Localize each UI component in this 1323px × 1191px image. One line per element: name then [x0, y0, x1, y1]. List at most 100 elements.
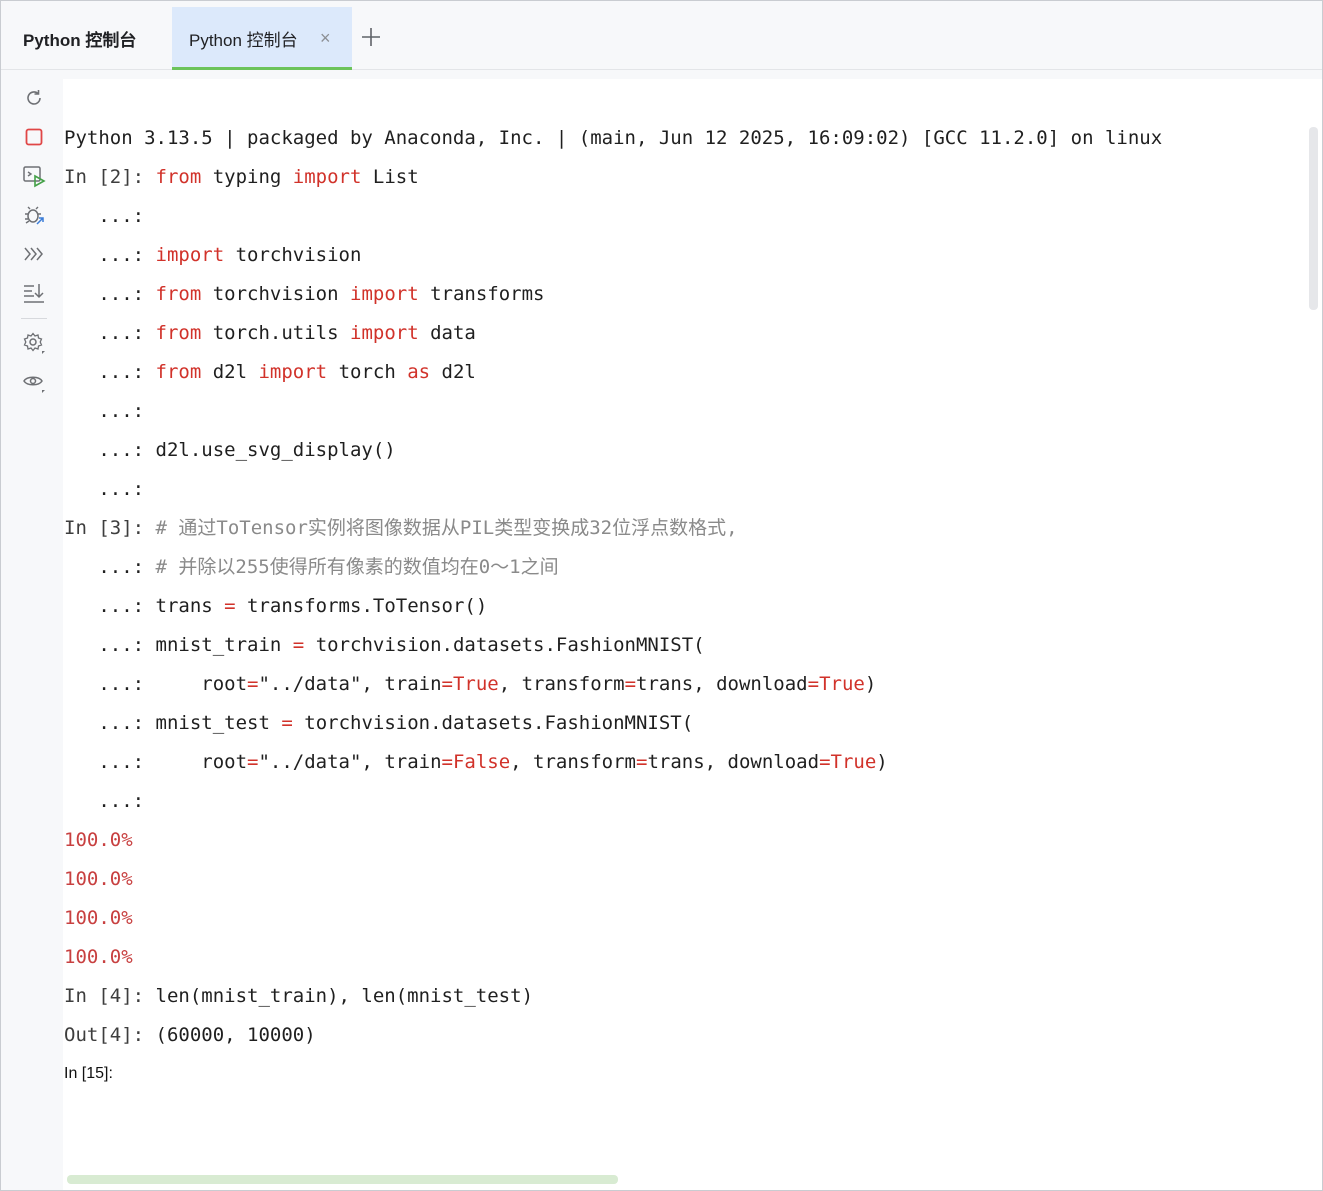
operator: =: [281, 712, 293, 734]
keyword: import: [258, 361, 328, 383]
horizontal-scrollbar[interactable]: [67, 1175, 618, 1184]
keyword: True: [452, 673, 499, 695]
code-text: , transform: [498, 673, 625, 695]
code-text: mnist_train: [155, 634, 293, 656]
input-prompt[interactable]: In [15]:: [64, 1059, 113, 1089]
code-text: torchvision.datasets.FashionMNIST(: [304, 634, 705, 656]
prompt: In [2]:: [64, 166, 156, 188]
comment: # 通过ToTensor实例将图像数据从PIL类型变换成32位浮点数格式,: [155, 517, 738, 539]
code-text: trans, download: [636, 673, 808, 695]
tab-bar: Python 控制台 Python 控制台 ×: [1, 1, 1322, 70]
toolbar-divider: [21, 318, 47, 319]
code-text: transforms: [418, 283, 545, 305]
continuation-prompt: ...:: [64, 478, 156, 500]
code-text: torch: [327, 361, 408, 383]
output-value: (60000, 10000): [155, 1024, 316, 1046]
continuation-prompt: ...:: [64, 283, 156, 305]
progress-output: 100.0%: [64, 868, 133, 890]
code-line: ...: root="../data", train=True, transfo…: [64, 669, 876, 699]
tab-python-console-2[interactable]: Python 控制台 ×: [172, 7, 352, 70]
banner-line: Python 3.13.5 | packaged by Anaconda, In…: [64, 127, 1163, 149]
execute-icon: [23, 166, 46, 188]
keyword: from: [155, 283, 202, 305]
code-line: ...: mnist_test = torchvision.datasets.F…: [64, 708, 693, 738]
code-text: data: [418, 322, 476, 344]
rerun-button[interactable]: [21, 85, 47, 111]
code-text: trans: [155, 595, 225, 617]
continuation-prompt: ...:: [64, 556, 156, 578]
history-icon: [24, 247, 43, 261]
eye-icon: [23, 376, 45, 393]
python-console-window: Python 控制台 Python 控制台 × Python 3.13.5 | …: [0, 0, 1323, 1191]
operator: =: [224, 595, 236, 617]
view-button[interactable]: [21, 369, 47, 395]
continuation-prompt: ...:: [64, 361, 156, 383]
code-text: mnist_test: [155, 712, 282, 734]
code-text: torchvision: [224, 244, 362, 266]
continuation-prompt: ...:: [64, 400, 156, 422]
code-text: ): [864, 673, 877, 695]
code-text: "../data", train: [258, 751, 442, 773]
plus-icon: [362, 28, 380, 46]
operator: =: [807, 673, 820, 695]
output-line: Out[4]: (60000, 10000): [64, 1020, 316, 1050]
code-text: root: [155, 673, 248, 695]
close-icon[interactable]: ×: [320, 29, 331, 47]
code-line: ...: mnist_train = torchvision.datasets.…: [64, 630, 705, 660]
operator: =: [624, 673, 637, 695]
comment: # 并除以255使得所有像素的数值均在0～1之间: [155, 556, 559, 578]
code-text: typing: [201, 166, 293, 188]
console-output[interactable]: Python 3.13.5 | packaged by Anaconda, In…: [63, 79, 1322, 1190]
code-line: In [2]: from typing import List: [64, 162, 419, 192]
code-line: ...:: [64, 396, 156, 426]
continuation-prompt: ...:: [64, 673, 156, 695]
code-line: ...: # 并除以255使得所有像素的数值均在0～1之间: [64, 552, 559, 582]
keyword: import: [155, 244, 225, 266]
add-tab-button[interactable]: [359, 25, 383, 49]
scroll-to-end-button[interactable]: [21, 280, 47, 306]
code-text: torchvision: [201, 283, 350, 305]
debug-icon: [25, 206, 44, 225]
continuation-prompt: ...:: [64, 595, 156, 617]
code-text: d2l.use_svg_display(): [155, 439, 396, 461]
code-line: In [3]: # 通过ToTensor实例将图像数据从PIL类型变换成32位浮…: [64, 513, 738, 543]
code-line: ...:: [64, 786, 156, 816]
tab-label: Python 控制台: [189, 30, 298, 50]
continuation-prompt: ...:: [64, 205, 156, 227]
stop-button[interactable]: [21, 124, 47, 150]
keyword: True: [819, 673, 865, 695]
history-button[interactable]: [21, 241, 47, 267]
code-text: root: [155, 751, 248, 773]
code-text: torch.utils: [201, 322, 350, 344]
code-text: d2l: [430, 361, 476, 383]
code-line: ...:: [64, 474, 156, 504]
continuation-prompt: ...:: [64, 634, 156, 656]
vertical-scrollbar[interactable]: [1309, 127, 1318, 310]
code-line: ...:: [64, 201, 156, 231]
code-text: , transform: [510, 751, 637, 773]
code-text: List: [361, 166, 419, 188]
console-toolbar: [1, 70, 63, 1190]
progress-output: 100.0%: [64, 907, 133, 929]
code-line: ...: from d2l import torch as d2l: [64, 357, 476, 387]
operator: =: [441, 751, 453, 773]
output-prompt: Out[4]:: [64, 1024, 156, 1046]
keyword: as: [407, 361, 431, 383]
prompt: In [4]:: [64, 985, 156, 1007]
rerun-icon: [27, 90, 41, 105]
progress-output: 100.0%: [64, 829, 133, 851]
code-text: trans, download: [647, 751, 820, 773]
operator: =: [247, 751, 259, 773]
debug-button[interactable]: [21, 202, 47, 228]
settings-button[interactable]: [21, 330, 47, 356]
keyword: from: [155, 322, 202, 344]
prompt: In [3]:: [64, 517, 156, 539]
keyword: import: [292, 166, 362, 188]
tab-python-console-1[interactable]: Python 控制台: [1, 7, 171, 69]
scroll-to-end-icon: [24, 284, 44, 303]
continuation-prompt: ...:: [64, 322, 156, 344]
operator: =: [819, 751, 831, 773]
execute-button[interactable]: [21, 163, 47, 189]
code-line: ...: from torchvision import transforms: [64, 279, 544, 309]
keyword: from: [155, 166, 202, 188]
